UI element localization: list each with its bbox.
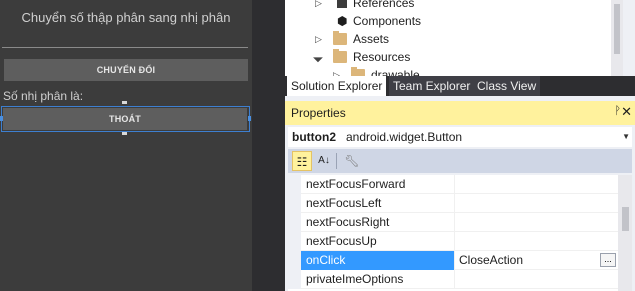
wrench-icon[interactable]: 🔧︎: [342, 151, 362, 171]
splitter[interactable]: [252, 0, 285, 291]
scrollbar-thumb[interactable]: [614, 4, 620, 54]
property-row[interactable]: nextFocusLeft: [288, 194, 618, 213]
components-icon: ⬢: [337, 14, 348, 28]
tree-item-label: Components: [353, 14, 422, 28]
property-value-input[interactable]: CloseAction: [455, 251, 618, 270]
chevron-down-icon[interactable]: ▼: [622, 127, 630, 147]
resize-handle-left[interactable]: [0, 116, 3, 121]
alphabetical-sort-icon[interactable]: A↓: [314, 151, 334, 171]
tool-windows: ▷ References ⬢ Components ▷ Assets ◢ Res…: [285, 0, 635, 291]
solution-explorer-tree: ▷ References ⬢ Components ▷ Assets ◢ Res…: [285, 0, 623, 76]
property-name: nextFocusRight: [301, 213, 455, 232]
ellipsis-button[interactable]: ...: [600, 253, 616, 267]
property-value[interactable]: [455, 175, 618, 194]
folder-icon: [351, 67, 365, 76]
pin-icon[interactable]: ᚹ: [614, 105, 621, 117]
references-icon: [337, 0, 347, 8]
property-value[interactable]: [455, 213, 618, 232]
object-name: button2: [292, 130, 336, 144]
resize-handle-right[interactable]: [248, 116, 251, 121]
tab-team-explorer[interactable]: Team Explorer: [389, 76, 475, 96]
tab-solution-explorer[interactable]: Solution Explorer: [287, 76, 387, 96]
property-row[interactable]: nextFocusUp: [288, 232, 618, 251]
row-margin: [288, 213, 301, 232]
property-value[interactable]: [455, 194, 618, 213]
expand-arrow-icon[interactable]: ▷: [315, 0, 322, 12]
tree-item-label: References: [353, 0, 415, 10]
object-type: android.widget.Button: [346, 130, 463, 144]
categorized-icon[interactable]: ☷: [292, 151, 312, 171]
resize-handle-top[interactable]: [122, 101, 127, 104]
row-margin: [288, 270, 301, 289]
property-row[interactable]: privateImeOptions: [288, 270, 618, 289]
properties-title: Properties: [291, 106, 346, 120]
tab-class-view[interactable]: Class View: [473, 76, 541, 96]
folder-open-icon: [333, 49, 347, 63]
row-margin: [288, 194, 301, 213]
properties-window: Properties ᚹ ✕ button2 android.widget.Bu…: [285, 101, 635, 291]
tree-item-label: Assets: [353, 32, 390, 46]
properties-toolbar: ☷ A↓ 🔧︎: [288, 149, 632, 173]
property-row[interactable]: nextFocusRight: [288, 213, 618, 232]
tree-item-label: drawable: [371, 68, 420, 76]
property-name: privateImeOptions: [301, 270, 455, 289]
tree-scrollbar[interactable]: [611, 0, 623, 76]
row-margin: [288, 175, 301, 194]
row-margin: [288, 251, 301, 270]
row-margin: [288, 232, 301, 251]
resize-handle-bottom[interactable]: [122, 132, 127, 135]
exit-button[interactable]: THOÁT: [3, 108, 247, 130]
divider: [2, 47, 248, 48]
expand-arrow-icon[interactable]: ▷: [315, 30, 322, 48]
folder-icon: [333, 31, 347, 45]
object-selector[interactable]: button2 android.widget.Button ▼: [288, 127, 632, 147]
properties-title-bar: Properties ᚹ ✕: [285, 101, 635, 125]
property-grid-scrollbar[interactable]: [618, 175, 632, 291]
property-value[interactable]: [455, 232, 618, 251]
app-title-text: Chuyển số thập phân sang nhị phân: [21, 10, 231, 25]
scrollbar-thumb[interactable]: [622, 207, 629, 231]
expand-arrow-icon[interactable]: ▷: [333, 66, 340, 76]
property-row[interactable]: nextFocusForward: [288, 175, 618, 194]
tree-item-label: Resources: [353, 50, 411, 64]
result-label: Số nhị phân là:: [3, 89, 84, 103]
property-name: nextFocusForward: [301, 175, 455, 194]
property-name: nextFocusUp: [301, 232, 455, 251]
tool-window-tabs: Solution Explorer Team Explorer Class Vi…: [285, 76, 635, 96]
convert-button[interactable]: CHUYỂN ĐỔI: [4, 59, 248, 81]
property-grid: nextFocusForward nextFocusLeft nextFocus…: [288, 175, 618, 291]
property-row-onclick[interactable]: onClick CloseAction ...: [288, 251, 618, 270]
property-name: nextFocusLeft: [301, 194, 455, 213]
toolbar-separator: [336, 153, 337, 169]
property-value[interactable]: [455, 270, 618, 289]
android-designer-surface: Chuyển số thập phân sang nhị phân CHUYỂN…: [0, 0, 252, 291]
property-name: onClick: [301, 251, 455, 270]
collapse-arrow-icon[interactable]: ◢: [310, 48, 328, 66]
close-icon[interactable]: ✕: [621, 104, 632, 120]
